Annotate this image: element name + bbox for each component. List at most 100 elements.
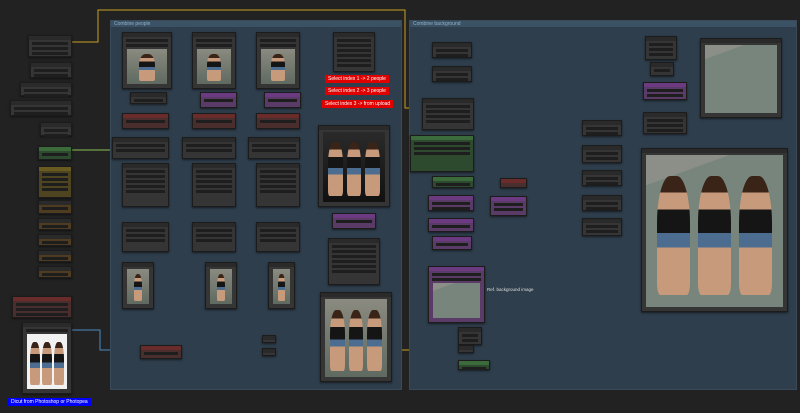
graph-node[interactable]	[582, 145, 622, 163]
graph-node[interactable]	[28, 35, 72, 57]
node-widget[interactable]	[337, 54, 371, 57]
graph-node[interactable]	[140, 345, 182, 359]
image-node[interactable]	[641, 148, 788, 312]
image-node[interactable]	[320, 292, 392, 382]
node-widget[interactable]	[32, 42, 68, 45]
node-widget[interactable]	[586, 182, 618, 185]
graph-node[interactable]	[643, 112, 687, 134]
node-header[interactable]	[131, 93, 166, 97]
graph-node[interactable]	[582, 120, 622, 136]
node-header[interactable]	[39, 235, 71, 239]
graph-node[interactable]	[122, 163, 169, 207]
image-node[interactable]	[22, 322, 72, 394]
node-header[interactable]	[583, 121, 621, 125]
node-widget[interactable]	[196, 120, 232, 123]
graph-node[interactable]	[38, 234, 72, 246]
node-widget[interactable]	[196, 170, 232, 173]
node-widget[interactable]	[649, 43, 673, 46]
graph-node[interactable]	[38, 200, 72, 214]
node-header[interactable]	[13, 297, 71, 301]
graph-node[interactable]	[192, 222, 236, 252]
node-widget[interactable]	[494, 208, 523, 211]
graph-node[interactable]	[264, 92, 301, 108]
graph-node[interactable]	[422, 98, 474, 130]
graph-node[interactable]	[10, 100, 72, 116]
node-widget[interactable]	[42, 153, 68, 156]
node-header[interactable]	[429, 267, 484, 271]
node-header[interactable]	[583, 196, 621, 200]
image-node[interactable]	[268, 262, 295, 309]
node-header[interactable]	[429, 219, 473, 223]
node-widget[interactable]	[426, 110, 470, 113]
node-header[interactable]	[39, 201, 71, 205]
node-header[interactable]	[29, 36, 71, 40]
node-widget[interactable]	[252, 144, 296, 147]
node-widget[interactable]	[586, 230, 618, 233]
node-widget[interactable]	[586, 157, 618, 160]
node-header[interactable]	[257, 223, 299, 227]
graph-node[interactable]	[582, 170, 622, 186]
image-node[interactable]	[192, 32, 236, 89]
node-header[interactable]	[433, 237, 471, 241]
node-header[interactable]	[257, 114, 299, 118]
node-widget[interactable]	[414, 147, 470, 150]
node-header[interactable]	[501, 179, 526, 183]
node-widget[interactable]	[42, 225, 68, 228]
graph-node[interactable]	[458, 327, 482, 345]
graph-node[interactable]	[328, 238, 380, 285]
graph-node[interactable]	[192, 113, 236, 129]
node-widget[interactable]	[436, 78, 468, 81]
node-header[interactable]	[459, 328, 481, 332]
node-widget[interactable]	[126, 229, 165, 232]
node-header[interactable]	[257, 33, 299, 37]
graph-node[interactable]	[248, 137, 300, 159]
graph-node[interactable]	[432, 176, 474, 188]
node-widget[interactable]	[16, 303, 68, 306]
node-header[interactable]	[39, 267, 71, 271]
node-widget[interactable]	[186, 149, 232, 152]
node-header[interactable]	[39, 147, 71, 151]
node-widget[interactable]	[337, 59, 371, 62]
node-widget[interactable]	[24, 94, 68, 97]
node-header[interactable]	[433, 43, 471, 47]
node-widget[interactable]	[260, 234, 296, 237]
graph-node[interactable]	[262, 348, 276, 356]
node-widget[interactable]	[32, 52, 68, 55]
graph-node[interactable]	[122, 222, 169, 252]
node-widget[interactable]	[586, 152, 618, 155]
node-widget[interactable]	[260, 175, 296, 178]
node-widget[interactable]	[260, 239, 296, 242]
graph-node[interactable]	[645, 36, 677, 60]
node-header[interactable]	[583, 219, 621, 223]
graph-node[interactable]	[432, 42, 472, 58]
node-header[interactable]	[193, 164, 235, 168]
node-widget[interactable]	[586, 225, 618, 228]
node-widget[interactable]	[126, 190, 165, 193]
node-widget[interactable]	[260, 44, 296, 47]
node-widget[interactable]	[32, 47, 68, 50]
node-widget[interactable]	[337, 64, 371, 67]
graph-node[interactable]	[410, 135, 474, 172]
graph-node[interactable]	[458, 360, 490, 370]
node-header[interactable]	[265, 93, 300, 97]
node-widget[interactable]	[586, 207, 618, 210]
node-header[interactable]	[206, 263, 236, 267]
graph-node[interactable]	[122, 113, 169, 129]
node-header[interactable]	[31, 63, 71, 67]
node-widget[interactable]	[126, 180, 165, 183]
graph-node[interactable]	[38, 146, 72, 160]
node-widget[interactable]	[426, 105, 470, 108]
node-widget[interactable]	[260, 120, 296, 123]
node-header[interactable]	[263, 336, 275, 340]
graph-node[interactable]	[112, 137, 169, 159]
node-widget[interactable]	[186, 144, 232, 147]
graph-node[interactable]	[262, 335, 276, 343]
graph-node[interactable]	[333, 32, 375, 72]
node-header[interactable]	[193, 223, 235, 227]
graph-node[interactable]	[30, 62, 72, 78]
node-widget[interactable]	[196, 190, 232, 193]
node-header[interactable]	[651, 63, 673, 67]
node-widget[interactable]	[647, 89, 683, 92]
node-widget[interactable]	[42, 273, 68, 276]
graph-node[interactable]	[256, 113, 300, 129]
